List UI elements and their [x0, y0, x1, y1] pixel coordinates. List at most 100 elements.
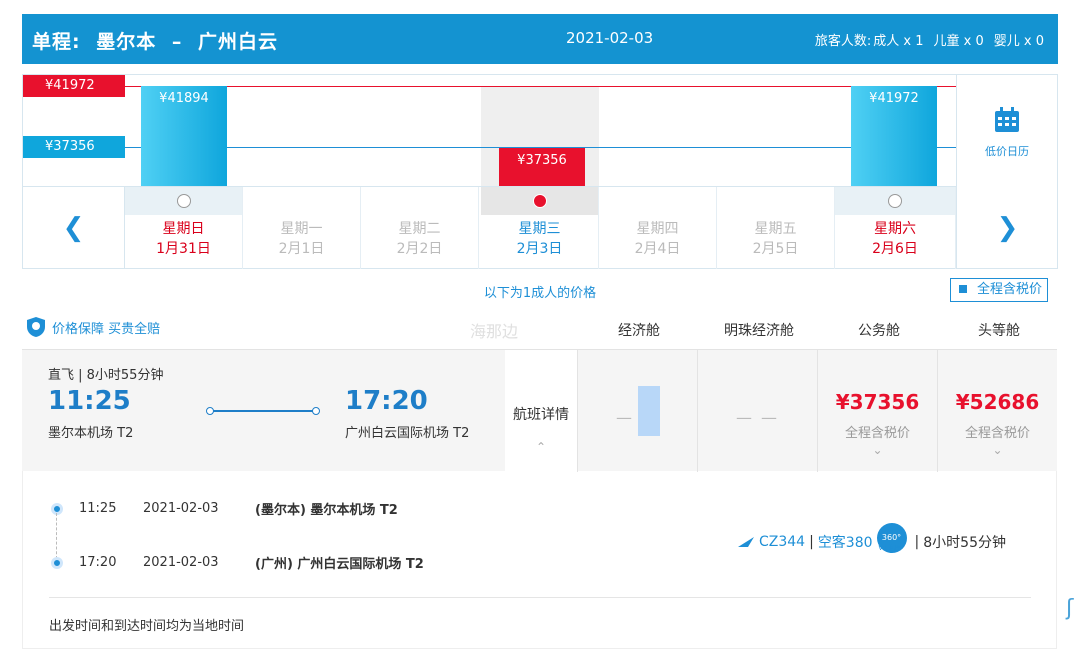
col-economy: 经济舱: [618, 323, 660, 339]
arrival-airport: 广州白云国际机场 T2: [345, 426, 470, 441]
flight-row: 直飞 | 8小时55分钟 11:25 墨尔本机场 T2 17:20 广州白云国际…: [22, 349, 1057, 473]
col-first: 头等舱: [978, 323, 1020, 339]
travel-date: 2021-02-03: [566, 29, 654, 47]
local-time-note: 出发时间和到达时间均为当地时间: [49, 619, 245, 634]
airline-logo-icon: [738, 537, 754, 547]
calendar-icon: [995, 107, 1019, 132]
segment-date: 2021-02-03: [143, 501, 219, 516]
radio-icon: [176, 194, 191, 208]
day-weekday: 星期五: [754, 221, 797, 237]
flight-meta: 直飞 | 8小时55分钟: [48, 368, 164, 383]
trip-type: 单程:: [32, 31, 81, 53]
checkbox-icon: [959, 285, 967, 293]
day-date: 2月5日: [752, 241, 799, 257]
flight-details-label: 航班详情: [513, 407, 569, 423]
price-calendar: ¥41972 ¥37356 ¥41894 ¥37356 ¥41972 低价日历 …: [22, 74, 1058, 269]
segment-departure: 11:25 2021-02-03 (墨尔本) 墨尔本机场 T2: [51, 499, 398, 518]
vr-seat-icon[interactable]: 360° VR 选座: [876, 523, 907, 553]
watermark: 海那边: [470, 322, 519, 341]
shield-icon: [27, 317, 45, 337]
flight-duration: 8小时55分钟: [923, 535, 1006, 551]
price-chart: ¥41972 ¥37356 ¥41894 ¥37356 ¥41972: [23, 75, 956, 187]
chevron-up-icon: ⌃: [535, 440, 547, 454]
day-feb4: 星期四 2月4日: [599, 187, 717, 269]
chevron-down-icon: ⌄: [872, 443, 883, 457]
tax-inclusive-toggle[interactable]: 全程含税价: [950, 278, 1048, 302]
business-price: ¥37356: [835, 390, 920, 414]
selection-highlight: [638, 386, 660, 436]
day-date: 2月3日: [516, 241, 563, 257]
day-weekday: 星期日: [162, 221, 205, 237]
col-business: 公务舱: [858, 323, 900, 339]
low-price-calendar-label: 低价日历: [985, 145, 1029, 158]
child-count: 儿童 x 0: [933, 34, 984, 49]
infant-count: 婴儿 x 0: [993, 34, 1044, 49]
location-dot-icon: [51, 502, 63, 515]
day-feb5: 星期五 2月5日: [717, 187, 835, 269]
day-strip: ❮ 星期日 1月31日 星期一 2月1日 星期二 2月2日 星期三 2月3日 星期四 2月…: [23, 187, 1057, 269]
low-price-calendar-button[interactable]: 低价日历: [956, 75, 1057, 187]
day-date: 2月2日: [396, 241, 443, 257]
route-title: 单程: 墨尔本 – 广州白云: [32, 27, 286, 54]
price-note: 以下为1成人的价格: [483, 286, 597, 301]
day-radio-area: [361, 187, 478, 215]
price-bar-feb3[interactable]: ¥37356: [499, 148, 585, 186]
segment-airport: (广州) 广州白云国际机场 T2: [255, 557, 424, 572]
day-radio-area: [243, 187, 360, 215]
day-weekday: 星期三: [518, 221, 561, 237]
adult-count: 成人 x 1: [873, 34, 924, 49]
day-date: 2月1日: [278, 241, 325, 257]
pearl-unavailable: — —: [735, 408, 780, 427]
day-date: 2月4日: [634, 241, 681, 257]
next-week-button[interactable]: ❯: [956, 187, 1058, 269]
low-price-label: ¥37356: [23, 136, 125, 158]
departure-airport: 墨尔本机场 T2: [48, 426, 134, 441]
arrival-time: 17:20: [345, 386, 428, 416]
day-feb6[interactable]: 星期六 2月6日: [835, 187, 956, 269]
business-cell[interactable]: ¥37356 全程含税价 ⌄: [817, 350, 937, 472]
bar-price-label: ¥41894: [159, 91, 209, 106]
bar-price-label: ¥41972: [869, 91, 919, 106]
divider: |: [914, 534, 920, 550]
day-radio-area: [599, 187, 716, 215]
price-bar-feb6[interactable]: ¥41972: [851, 86, 937, 186]
price-guarantee[interactable]: 价格保障 买贵全赔: [26, 316, 160, 338]
radio-icon: [888, 194, 902, 208]
tax-toggle-label: 全程含税价: [977, 282, 1043, 297]
bar-price-label: ¥37356: [517, 153, 567, 168]
day-jan31[interactable]: 星期日 1月31日: [125, 187, 243, 269]
day-feb3[interactable]: 星期三 2月3日: [481, 187, 599, 269]
flight-info: CZ344 | 空客380 360° VR 选座 | 8小时55分钟: [737, 523, 1006, 557]
segment-time: 17:20: [79, 555, 117, 570]
passenger-count: 旅客人数: 成人 x 1 儿童 x 0 婴儿 x 0: [805, 30, 1044, 49]
location-dot-icon: [51, 556, 63, 569]
origin-city: 墨尔本: [96, 31, 157, 53]
high-price-label: ¥41972: [23, 75, 125, 97]
day-date: 2月6日: [872, 241, 918, 257]
segment-arrival: 17:20 2021-02-03 (广州) 广州白云国际机场 T2: [51, 553, 424, 572]
day-weekday: 星期二: [398, 221, 441, 237]
departure-time: 11:25: [48, 386, 131, 416]
col-pearl-economy: 明珠经济舱: [724, 323, 794, 339]
flight-details-button[interactable]: 航班详情 ⌃: [505, 350, 577, 473]
radio-selected-icon: [532, 194, 547, 208]
price-bar-jan31[interactable]: ¥41894: [141, 86, 227, 186]
prev-week-button[interactable]: ❮: [23, 187, 125, 269]
segment-time: 11:25: [79, 501, 117, 516]
day-feb2: 星期二 2月2日: [361, 187, 479, 269]
day-feb1: 星期一 2月1日: [243, 187, 361, 269]
first-price: ¥52686: [955, 390, 1040, 414]
chevron-right-icon: ❯: [996, 213, 1019, 243]
day-radio-area: [125, 187, 242, 215]
search-header: 单程: 墨尔本 – 广州白云 2021-02-03 旅客人数: 成人 x 1 儿童 …: [22, 14, 1058, 64]
chevron-down-icon: ⌄: [992, 443, 1003, 457]
vr-sub-label: VR 选座: [878, 545, 901, 552]
first-cell[interactable]: ¥52686 全程含税价 ⌄: [937, 350, 1057, 472]
pax-label: 旅客人数:: [814, 34, 872, 49]
tax-note: 全程含税价: [964, 426, 1030, 441]
day-radio-area: [481, 187, 598, 215]
flight-number[interactable]: CZ344: [759, 534, 805, 550]
flight-track: [206, 407, 320, 415]
side-widget-icon[interactable]: ʃ: [1066, 596, 1073, 621]
aircraft-type[interactable]: 空客380: [818, 532, 873, 552]
